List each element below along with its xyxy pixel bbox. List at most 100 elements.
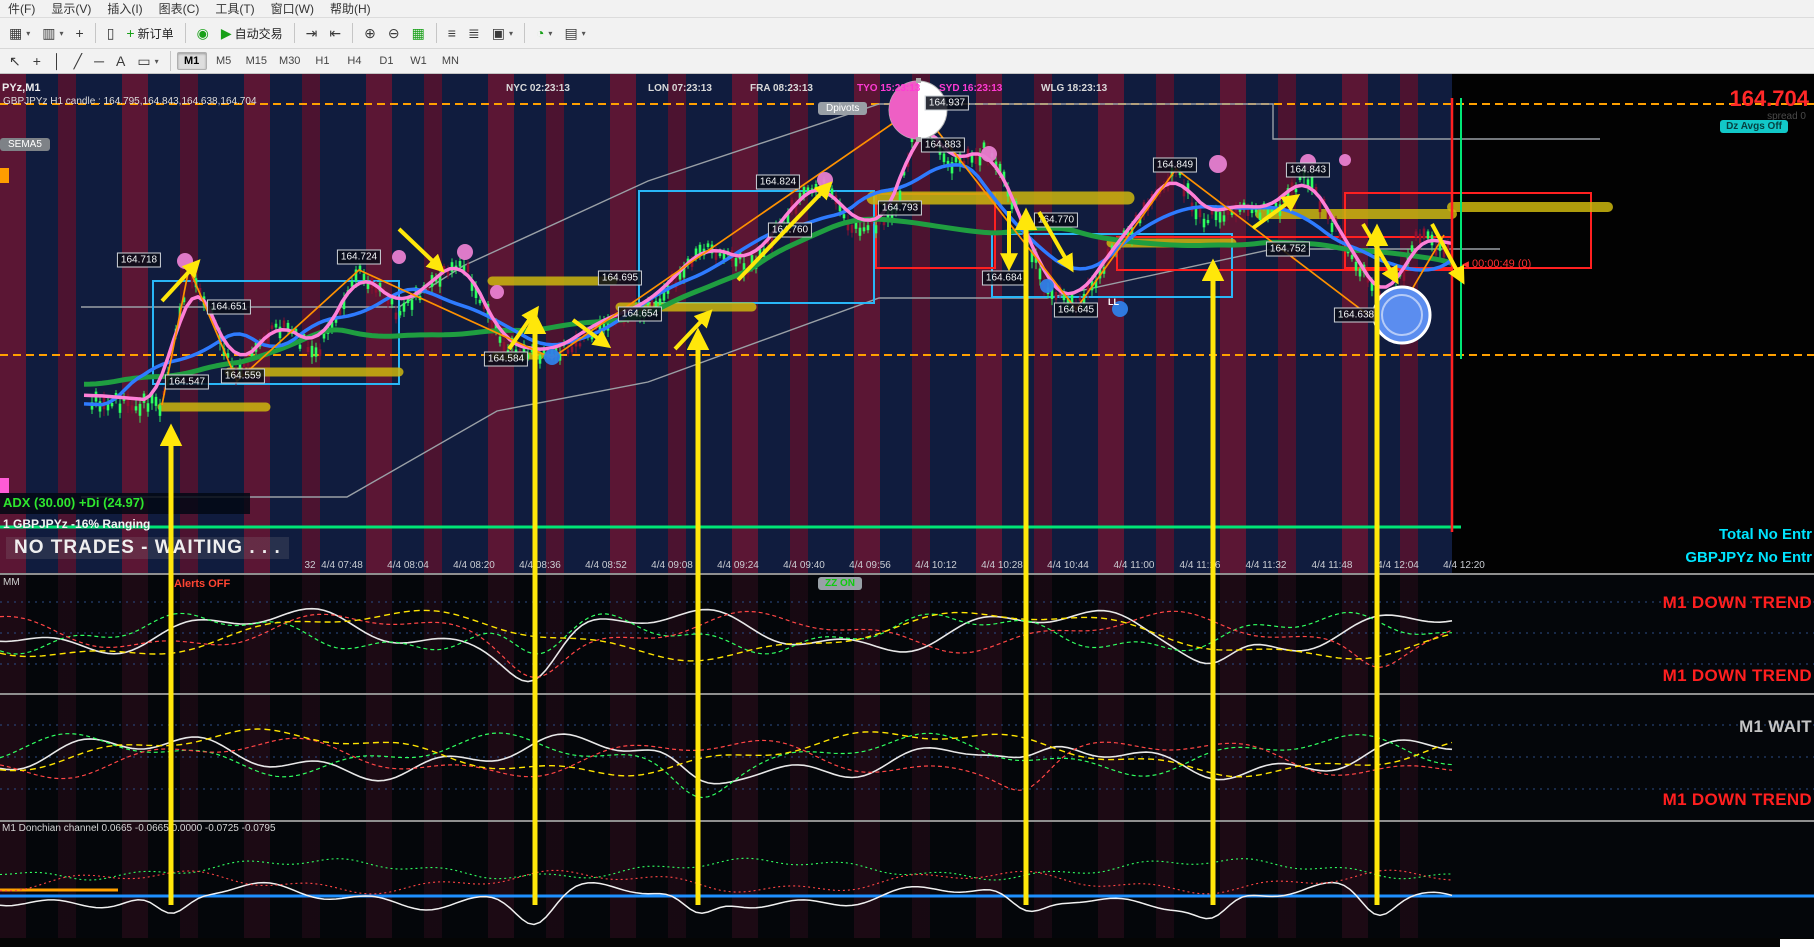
indicator-panel-1[interactable]	[0, 575, 1814, 693]
left-edge-tag-pink	[0, 478, 9, 493]
arrange-button[interactable]: ≣	[463, 23, 485, 43]
data-window-button[interactable]: ▯	[102, 23, 120, 43]
zoom-in-button[interactable]: ⊕	[359, 23, 381, 43]
time-axis-label: 4/4 09:40	[783, 560, 825, 571]
profiles-icon: ▥	[42, 25, 56, 41]
candle-body	[298, 344, 302, 349]
time-axis-label: 4/4 12:04	[1377, 560, 1419, 571]
timeframe-m1-button[interactable]: M1	[176, 52, 207, 70]
indicator-panel-3[interactable]	[0, 822, 1814, 938]
session-clock-4: SYD 16:23:13	[939, 83, 1003, 94]
candle-body	[718, 253, 722, 257]
price-tag: 164.770	[1033, 212, 1079, 228]
menu-item-4[interactable]: 工具(T)	[207, 0, 262, 18]
price-tag: 164.718	[116, 252, 162, 268]
cascade-button[interactable]: ≡	[443, 23, 461, 43]
dropdown-caret-icon: ▾	[154, 56, 159, 66]
dpivots-button[interactable]: Dpivots	[818, 102, 868, 115]
panel-splitter[interactable]	[0, 693, 1814, 695]
price-tag: 164.638	[1333, 307, 1379, 323]
menu-item-6[interactable]: 帮助(H)	[322, 0, 379, 18]
tile-windows-icon: ▦	[411, 25, 425, 41]
data-window-icon: ▯	[106, 25, 115, 41]
cursor-button[interactable]: ↖	[4, 51, 26, 71]
candle-body	[402, 302, 406, 312]
panel-splitter[interactable]	[0, 820, 1814, 822]
time-axis-fragment: 32	[304, 560, 316, 571]
swing-marker-dot	[457, 244, 473, 260]
text-tool-button[interactable]: A	[111, 51, 130, 71]
timeframe-mn-button[interactable]: MN	[435, 52, 465, 70]
new-order-button[interactable]: + 新订单	[121, 22, 178, 45]
candle-body	[478, 299, 482, 304]
main-chart-canvas[interactable]	[0, 74, 1814, 573]
bottom-strip	[0, 938, 1814, 947]
sema5-tag[interactable]: SEMA5	[0, 138, 50, 151]
autotrading-button[interactable]: ▶ 自动交易	[216, 22, 288, 45]
oscillator-line	[0, 733, 1453, 785]
price-tag: 164.654	[617, 306, 663, 322]
chart-shift-button[interactable]: ⇥	[301, 23, 323, 43]
price-tag: 164.883	[920, 137, 966, 153]
candle-body	[502, 341, 506, 352]
alerts-off-toggle[interactable]: Alerts OFF	[174, 578, 230, 590]
menu-bar: 件(F) 显示(V) 插入(I) 图表(C) 工具(T) 窗口(W) 帮助(H)	[0, 0, 1814, 18]
dropdown-caret-icon: ▾	[59, 28, 64, 38]
session-clock-2: FRA 08:23:13	[750, 83, 813, 94]
crosshair-button[interactable]: +	[28, 51, 46, 71]
timeframe-w1-button[interactable]: W1	[403, 52, 433, 70]
candle-body	[850, 224, 854, 233]
candle-body	[1358, 268, 1362, 277]
window-resize-corner[interactable]	[1780, 939, 1814, 947]
indicator-panel-2-canvas	[0, 724, 1814, 799]
timeframe-m30-button[interactable]: M30	[274, 52, 305, 70]
cascade-icon: ≡	[447, 25, 456, 41]
dz-avgs-toggle[interactable]: Dz Avgs Off	[1720, 120, 1788, 133]
new-order-label: 新订单	[137, 26, 174, 41]
candle-body	[398, 311, 402, 316]
candle-body	[1206, 220, 1210, 224]
dropdown-caret-icon: ▾	[508, 28, 513, 38]
auto-scroll-icon: ⇤	[329, 25, 342, 41]
candle-body	[762, 248, 766, 258]
expert-advisors-button[interactable]: ◉	[192, 23, 214, 43]
timeframe-d1-button[interactable]: D1	[371, 52, 401, 70]
candle-body	[270, 325, 274, 329]
new-chart-button[interactable]: ▦ ▾	[4, 23, 35, 43]
candle-body	[858, 227, 862, 236]
candle-body	[1294, 188, 1298, 193]
timeframe-m15-button[interactable]: M15	[241, 52, 272, 70]
candle-body	[862, 227, 866, 232]
chart-settings-icon: ▤	[564, 25, 578, 41]
zz-on-button[interactable]: ZZ ON	[818, 577, 862, 590]
price-tag: 164.793	[877, 200, 923, 216]
dropdown-caret-icon: ▾	[26, 28, 31, 38]
auto-scroll-button[interactable]: ⇤	[324, 23, 346, 43]
menu-item-1[interactable]: 显示(V)	[43, 0, 99, 18]
indicator-panel-2[interactable]	[0, 695, 1814, 820]
panel-splitter[interactable]	[0, 573, 1814, 575]
candle-body	[1266, 209, 1270, 218]
trendline-button[interactable]: ╱	[69, 51, 87, 71]
tile-windows-button[interactable]: ▦	[407, 23, 430, 43]
candle-body	[306, 347, 310, 353]
zoom-out-button[interactable]: ⊖	[383, 23, 405, 43]
vertical-line-button[interactable]: │	[48, 51, 67, 71]
market-watch-button[interactable]: +	[71, 23, 89, 43]
candle-body	[118, 403, 122, 413]
menu-item-0[interactable]: 件(F)	[0, 0, 43, 18]
timeframe-h1-button[interactable]: H1	[307, 52, 337, 70]
menu-item-2[interactable]: 插入(I)	[99, 0, 150, 18]
time-axis-label: 4/4 08:36	[519, 560, 561, 571]
new-window-button[interactable]: ▣ ▾	[487, 23, 518, 43]
candle-body	[282, 320, 286, 328]
period-button[interactable]: ◔ ▾	[531, 23, 557, 43]
menu-item-5[interactable]: 窗口(W)	[263, 0, 322, 18]
shapes-button[interactable]: ▭ ▾	[132, 51, 163, 71]
timeframe-m5-button[interactable]: M5	[209, 52, 239, 70]
profiles-button[interactable]: ▥ ▾	[37, 23, 68, 43]
timeframe-h4-button[interactable]: H4	[339, 52, 369, 70]
menu-item-3[interactable]: 图表(C)	[151, 0, 208, 18]
horizontal-line-button[interactable]: ─	[89, 51, 109, 71]
chart-settings-button[interactable]: ▤ ▾	[559, 23, 590, 43]
